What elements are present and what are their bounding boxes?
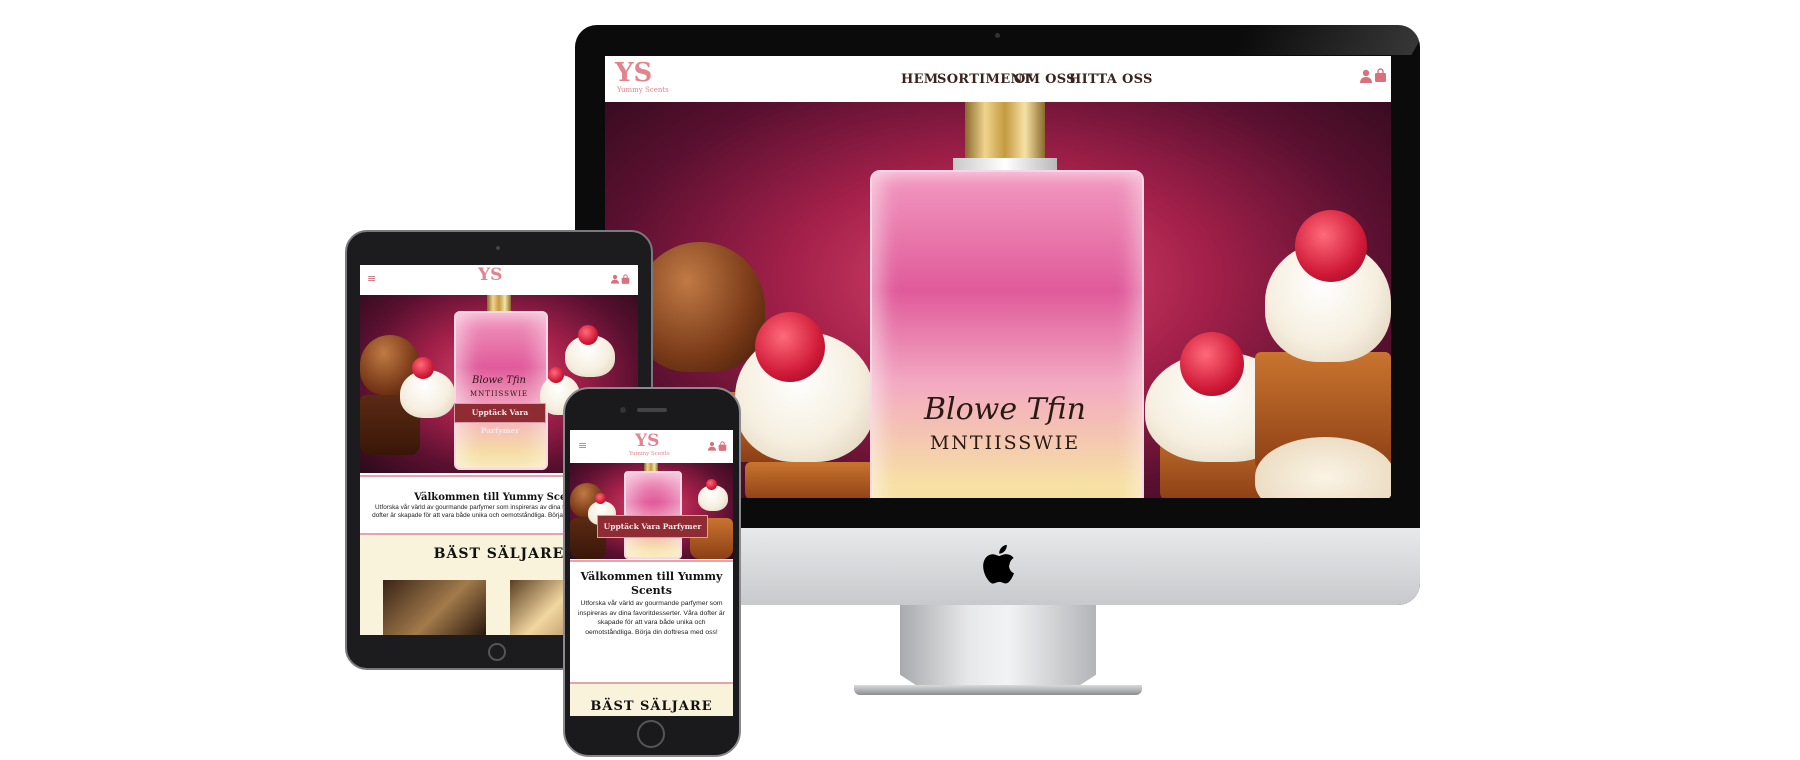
bottle-label-script: Blowe Tfin [923,392,1086,427]
phone-cta-button[interactable]: Upptäck Vara Parfymer [597,515,708,538]
phone-logo[interactable]: YS [635,431,659,451]
phone-best-sellers-title: BÄST SÄLJARE [590,699,713,714]
imac-camera [995,33,1000,38]
hero-raspberry-right [706,479,717,490]
hero-chocolate-pastry [635,242,765,372]
hero-raspberry [755,312,825,382]
phone-best-sellers-section: BÄST SÄLJARE [570,684,733,716]
nav-link-hem[interactable]: HEM [901,72,938,87]
product-card-image[interactable] [383,580,486,635]
phone-screen: ≡ YS Yummy Scents Upptäck Vara Parfymer … [570,430,733,716]
bottle-cap [965,102,1045,158]
bottle-cap [644,463,658,471]
hero-raspberry [412,357,434,379]
phone-welcome-text: Utforska vår värld av gourmande parfymer… [578,600,725,636]
hamburger-menu-icon[interactable]: ≡ [367,272,376,285]
bottle-label-script: Blowe Tfin [471,375,526,386]
tablet-navbar: ≡ YS [360,265,638,295]
hero-raspberry [595,493,606,504]
divider [570,560,733,562]
desktop-logo[interactable]: YS [615,58,652,88]
apple-logo-icon [983,544,1014,584]
desktop-logo-tagline: Yummy Scents [617,86,669,94]
imac-stand [900,605,1096,690]
user-icon[interactable] [708,441,716,451]
bottle-label-caps: MNTIISSWIE [469,390,529,398]
desktop-navbar: YS Yummy Scents HEM SORTIMENT OM OSS HIT… [605,56,1391,102]
iphone-speaker [637,408,667,412]
hero-raspberry-right [578,325,598,345]
bottle-label-caps: MNTIISSWIE [929,432,1081,454]
shopping-bag-icon[interactable] [621,274,630,284]
phone-navbar: ≡ YS Yummy Scents [570,430,733,463]
hero-raspberry-right [1180,332,1244,396]
nav-link-hitta-oss[interactable]: HITTA OSS [1069,72,1153,87]
shopping-bag-icon[interactable] [1374,68,1387,82]
hero-raspberry-far-right [1295,210,1367,282]
iphone-camera [620,407,626,413]
ipad-home-button [488,643,506,661]
tablet-cta-button[interactable]: Upptäck Vara Parfymer [454,403,546,435]
hero-raspberry-mid [548,367,564,383]
ipad-camera [496,246,500,250]
phone-logo-tagline: Yummy Scents [629,451,670,457]
user-icon[interactable] [611,274,619,284]
phone-hero: Upptäck Vara Parfymer [570,463,733,559]
phone-welcome-title: Välkommen till Yummy Scents [580,570,723,597]
iphone-home-button [637,720,665,748]
user-icon[interactable] [1360,69,1372,83]
shopping-bag-icon[interactable] [718,441,727,451]
imac-stand-foot [854,685,1142,695]
imac-glare [1231,25,1429,55]
bottle-cap [487,295,511,311]
nav-link-om-oss[interactable]: OM OSS [1014,72,1076,87]
hamburger-menu-icon[interactable]: ≡ [578,439,587,452]
tablet-logo[interactable]: YS [478,265,502,285]
